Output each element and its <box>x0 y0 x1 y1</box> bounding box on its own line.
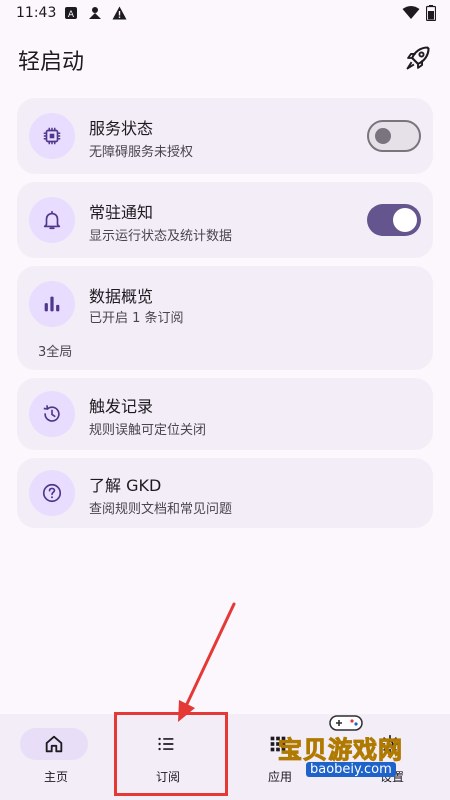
watermark: 宝贝游戏网 baobeiy.com <box>272 712 422 784</box>
watermark-text: 宝贝游戏网 <box>278 736 403 765</box>
annotation-arrow <box>178 602 236 722</box>
watermark-url: baobeiy.com <box>306 762 396 777</box>
annotation-highlight-box <box>114 712 228 796</box>
